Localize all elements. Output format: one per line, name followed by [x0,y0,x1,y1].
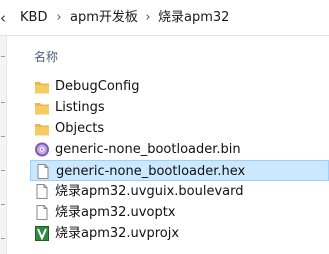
folder-icon [34,99,50,116]
back-chevron-icon[interactable]: ‹ [0,9,14,27]
file-row-uvprojx[interactable]: 烧录apm32.uvprojx [30,223,329,244]
folder-icon [34,120,50,137]
file-name: generic-none_bootloader.hex [56,164,246,179]
file-name: 烧录apm32.uvprojx [55,226,180,241]
breadcrumb-flash-apm32[interactable]: 烧录apm32 [158,10,229,26]
file-row-bootloader-bin[interactable]: generic-none_bootloader.bin [30,139,329,160]
disc-image-icon [34,141,50,158]
file-name: 烧录apm32.uvoptx [55,205,176,220]
file-row-uvoptx[interactable]: 烧录apm32.uvoptx [30,202,329,223]
file-name: DebugConfig [55,79,140,94]
file-row-bootloader-hex[interactable]: generic-none_bootloader.hex [30,160,329,181]
keil-project-icon [34,225,50,242]
file-icon [34,204,50,221]
file-row-listings[interactable]: Listings [30,97,329,118]
pane-tick [1,102,5,103]
navigation-pane[interactable] [0,36,7,254]
name-column-header[interactable]: 名称 [34,50,58,64]
breadcrumb-kbd[interactable]: KBD [20,10,47,26]
folder-icon [34,78,50,95]
file-name: 烧录apm32.uvguix.boulevard [55,184,244,199]
pane-tick [1,238,5,239]
pane-tick [1,170,5,171]
file-name: Objects [55,121,105,136]
file-icon [35,163,51,180]
file-name: Listings [55,100,105,115]
file-row-debugconfig[interactable]: DebugConfig [30,76,329,97]
pane-tick [1,136,5,137]
file-icon [34,183,50,200]
breadcrumb-apm-board[interactable]: apm开发板 [70,10,138,26]
file-name: generic-none_bootloader.bin [55,142,241,157]
breadcrumb-separator-icon[interactable]: › [143,10,153,26]
pane-tick [1,56,5,57]
breadcrumb-separator-icon[interactable]: › [54,10,64,26]
file-row-objects[interactable]: Objects [30,118,329,139]
file-row-uvguix[interactable]: 烧录apm32.uvguix.boulevard [30,181,329,202]
pane-tick [1,204,5,205]
address-bar: ‹ KBD › apm开发板 › 烧录apm32 [0,0,329,36]
